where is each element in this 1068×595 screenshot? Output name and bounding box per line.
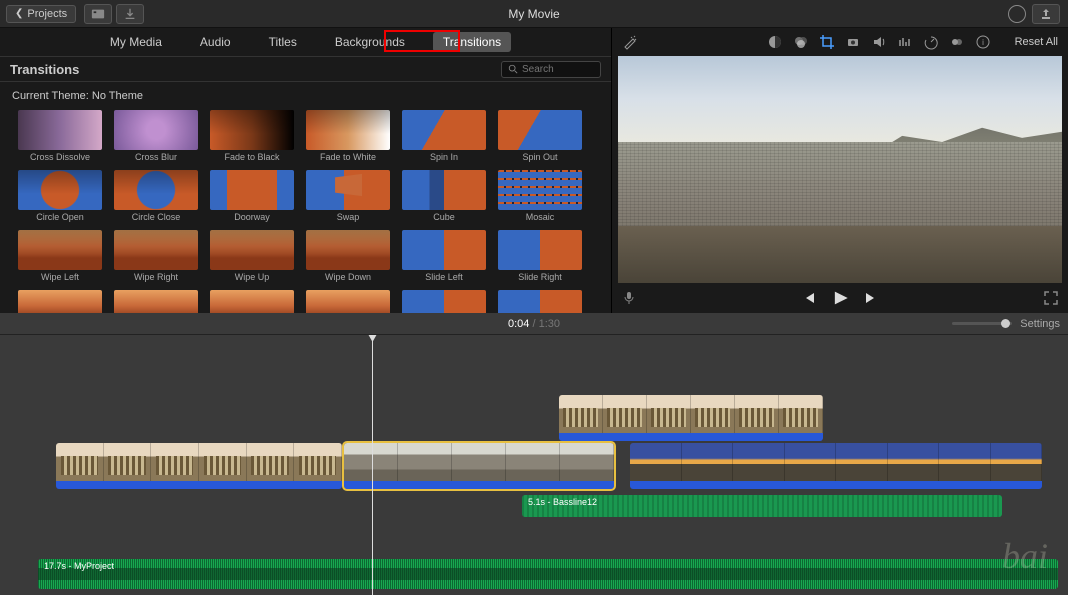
transition-circle-open[interactable]: Circle Open [18, 170, 102, 222]
transition-doorway[interactable]: Doorway [210, 170, 294, 222]
volume-icon[interactable] [871, 34, 887, 50]
zoom-slider[interactable] [952, 322, 1012, 325]
transition-fade-black[interactable]: Fade to Black [210, 110, 294, 162]
download-icon [123, 7, 137, 21]
transition-wipe-left[interactable]: Wipe Left [18, 230, 102, 282]
transition-item[interactable] [402, 290, 486, 313]
crop-icon[interactable] [819, 34, 835, 50]
media-tabs: My Media Audio Titles Backgrounds Transi… [0, 28, 611, 56]
share-button[interactable] [1032, 4, 1060, 24]
transitions-grid: Cross Dissolve Cross Blur Fade to Black … [0, 110, 611, 313]
next-button[interactable] [865, 291, 879, 305]
projects-button[interactable]: ❮ Projects [6, 5, 76, 23]
watermark: bai [1002, 535, 1048, 577]
transition-fade-white[interactable]: Fade to White [306, 110, 390, 162]
transition-mosaic[interactable]: Mosaic [498, 170, 582, 222]
transition-item[interactable] [114, 290, 198, 313]
transition-slide-right[interactable]: Slide Right [498, 230, 582, 282]
transition-wipe-up[interactable]: Wipe Up [210, 230, 294, 282]
tab-my-media[interactable]: My Media [100, 32, 172, 52]
download-button[interactable] [116, 4, 144, 24]
media-icon [91, 7, 105, 21]
chevron-left-icon: ❮ [15, 8, 23, 19]
share-icon [1040, 8, 1052, 20]
video-clip-2-selected[interactable] [344, 443, 614, 489]
color-correction-icon[interactable] [793, 34, 809, 50]
search-icon [508, 64, 518, 74]
transition-cube[interactable]: Cube [402, 170, 486, 222]
transition-cross-blur[interactable]: Cross Blur [114, 110, 198, 162]
panel-title: Transitions [10, 62, 79, 77]
play-button[interactable] [831, 289, 849, 307]
record-button[interactable] [1008, 5, 1026, 23]
transition-spin-in[interactable]: Spin In [402, 110, 486, 162]
transition-item[interactable] [306, 290, 390, 313]
audio-clip-project[interactable]: 17.7s - MyProject [38, 559, 1058, 589]
transition-item[interactable] [18, 290, 102, 313]
video-preview[interactable] [618, 56, 1062, 283]
tab-audio[interactable]: Audio [190, 32, 241, 52]
playhead[interactable] [372, 335, 373, 595]
info-icon[interactable]: i [975, 34, 991, 50]
stabilization-icon[interactable] [845, 34, 861, 50]
noise-reduction-icon[interactable] [897, 34, 913, 50]
transition-slide-left[interactable]: Slide Left [402, 230, 486, 282]
color-balance-icon[interactable] [767, 34, 783, 50]
prev-button[interactable] [801, 291, 815, 305]
transition-wipe-right[interactable]: Wipe Right [114, 230, 198, 282]
theme-label: Current Theme: No Theme [0, 82, 611, 110]
tab-backgrounds[interactable]: Backgrounds [325, 32, 415, 52]
projects-label: Projects [27, 8, 67, 20]
search-field[interactable] [501, 61, 601, 78]
video-clip-upper[interactable] [559, 395, 823, 441]
transition-item[interactable] [498, 290, 582, 313]
fullscreen-icon[interactable] [1044, 291, 1058, 305]
video-clip-1[interactable] [56, 443, 342, 489]
microphone-icon[interactable] [622, 291, 636, 305]
transition-wipe-down[interactable]: Wipe Down [306, 230, 390, 282]
search-input[interactable] [522, 64, 592, 75]
transition-swap[interactable]: Swap [306, 170, 390, 222]
timeline-time: 0:04 / 1:30 [508, 318, 560, 330]
tab-titles[interactable]: Titles [259, 32, 307, 52]
settings-button[interactable]: Settings [1020, 318, 1060, 330]
video-clip-3[interactable] [630, 443, 1042, 489]
transition-cross-dissolve[interactable]: Cross Dissolve [18, 110, 102, 162]
import-media-button[interactable] [84, 4, 112, 24]
speed-icon[interactable] [923, 34, 939, 50]
magic-wand-icon[interactable] [622, 34, 638, 50]
transition-spin-out[interactable]: Spin Out [498, 110, 582, 162]
audio-clip-bassline[interactable]: 5.1s - Bassline12 [522, 495, 1002, 517]
window-title: My Movie [508, 7, 559, 21]
svg-text:i: i [982, 38, 984, 47]
tab-transitions[interactable]: Transitions [433, 32, 511, 52]
reset-all-button[interactable]: Reset All [1015, 36, 1058, 48]
transition-item[interactable] [210, 290, 294, 313]
transition-circle-close[interactable]: Circle Close [114, 170, 198, 222]
clip-filter-icon[interactable] [949, 34, 965, 50]
